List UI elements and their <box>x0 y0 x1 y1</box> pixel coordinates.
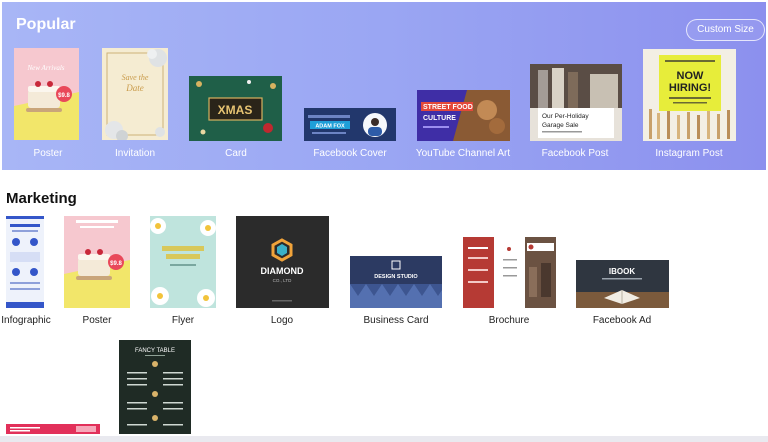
template-brochure[interactable] <box>463 237 556 308</box>
poster-art-title: New Arrivals <box>26 64 64 72</box>
custom-size-button[interactable]: Custom Size <box>686 19 765 41</box>
template-label-flyer: Flyer <box>171 315 195 326</box>
template-instagram-post[interactable]: NOW HIRING! <box>643 49 736 141</box>
template-label-facebook-cover: Facebook Cover <box>313 148 387 159</box>
template-label-marketing-poster: Poster <box>82 315 112 326</box>
template-facebook-ad[interactable]: IBOOK <box>576 260 669 308</box>
popular-section: Popular Custom Size New Arrivals $9.8 Po… <box>2 2 766 170</box>
template-label-card: Card <box>225 148 247 159</box>
template-youtube-channel-art[interactable]: STREET FOOD CULTURE <box>417 90 510 141</box>
marketing-poster-art-price: $9.8 <box>110 261 122 267</box>
template-marketing-poster[interactable]: $9.8 <box>64 216 130 308</box>
menu-art-text: FANCY TABLE <box>135 348 175 354</box>
logo-art-line1: DIAMOND <box>261 266 304 276</box>
card-art-text: XMAS <box>218 103 253 117</box>
template-card[interactable]: XMAS <box>189 76 282 141</box>
instagram-art-line1: NOW <box>677 70 705 82</box>
template-facebook-cover[interactable]: ADAM FOX <box>304 108 396 141</box>
template-label-poster: Poster <box>33 148 63 159</box>
template-label-logo: Logo <box>270 315 294 326</box>
template-business-card[interactable]: DESIGN STUDIO <box>350 256 442 308</box>
facebook-post-art-line1: Our Per-Holiday <box>542 113 589 120</box>
template-label-facebook-ad: Facebook Ad <box>592 315 652 326</box>
facebook-post-art-line2: Garage Sale <box>542 122 579 129</box>
template-poster[interactable]: New Arrivals $9.8 <box>14 48 79 140</box>
template-menu[interactable]: FANCY TABLE <box>119 340 191 434</box>
template-label-facebook-post: Facebook Post <box>541 148 609 159</box>
poster-art-price: $9.8 <box>58 93 70 99</box>
template-label-invitation: Invitation <box>114 148 156 159</box>
invitation-art-line2: Date <box>125 83 144 93</box>
marketing-title: Marketing <box>6 190 77 207</box>
template-infographic[interactable] <box>6 216 44 308</box>
template-banner[interactable] <box>6 424 100 434</box>
facebook-cover-art-text: ADAM FOX <box>315 124 345 130</box>
invitation-art-line1: Save the <box>122 73 149 82</box>
template-flyer[interactable] <box>150 216 216 308</box>
template-logo[interactable]: DIAMOND CO., LTD <box>236 216 329 308</box>
popular-title: Popular <box>16 16 76 33</box>
template-label-instagram-post: Instagram Post <box>655 148 723 159</box>
template-invitation[interactable]: Save the Date <box>102 48 168 140</box>
facebook-ad-art-text: IBOOK <box>609 267 635 276</box>
logo-art-line2: CO., LTD <box>273 278 292 283</box>
template-facebook-post[interactable]: Our Per-Holiday Garage Sale <box>530 64 622 141</box>
template-label-brochure: Brochure <box>488 315 530 326</box>
template-label-youtube-channel-art: YouTube Channel Art <box>415 148 511 159</box>
instagram-art-line2: HIRING! <box>669 82 711 94</box>
bottom-divider <box>0 436 768 442</box>
template-label-business-card: Business Card <box>363 315 429 326</box>
business-card-art-text: DESIGN STUDIO <box>374 274 418 280</box>
youtube-art-line2: CULTURE <box>423 115 456 122</box>
youtube-art-line1: STREET FOOD <box>423 104 473 111</box>
